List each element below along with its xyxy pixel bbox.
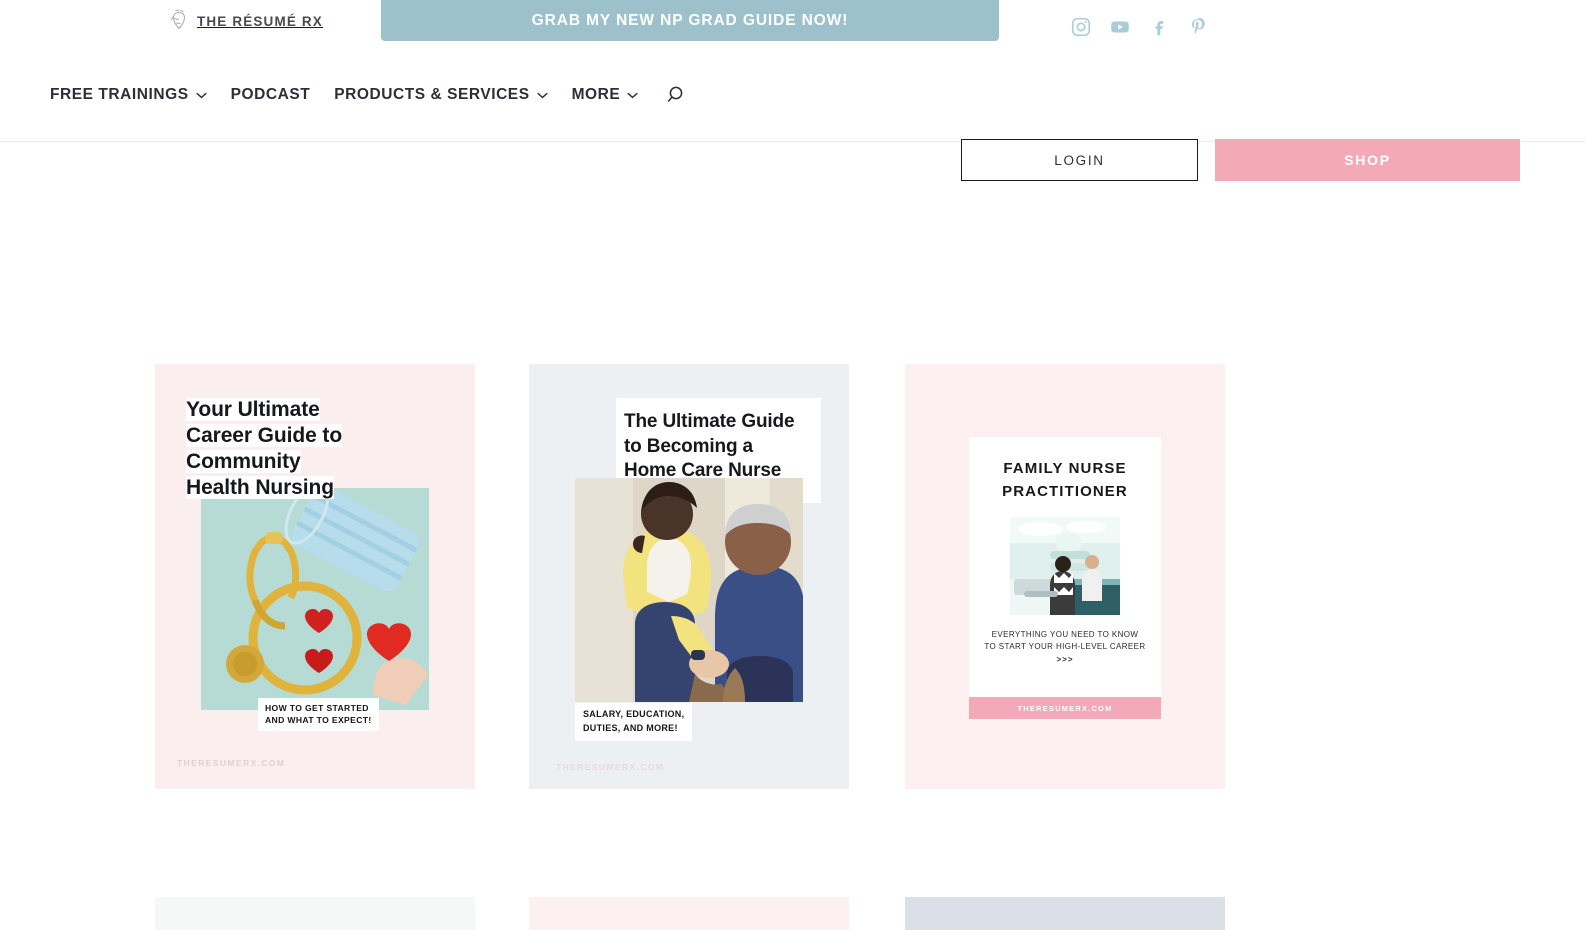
card-image	[201, 488, 429, 710]
nav-item-more[interactable]: MORE	[572, 86, 639, 104]
card-caption: SALARY, EDUCATION, DUTIES, AND MORE!	[575, 703, 693, 741]
card-subtitle-line: EVERYTHING YOU NEED TO KNOW	[991, 630, 1139, 639]
nav-item-podcast[interactable]: PODCAST	[231, 86, 311, 104]
blog-card-be-a-leader-in[interactable]: BE A LEADER IN	[155, 897, 475, 930]
site-logo[interactable]: THE RÉSUMÉ RX	[168, 8, 323, 34]
card-image	[1010, 517, 1120, 615]
card-subtitle: EVERYTHING YOU NEED TO KNOW TO START YOU…	[975, 629, 1155, 666]
card-caption-line: DUTIES, AND MORE!	[583, 723, 678, 733]
anatomical-heart-icon	[171, 9, 186, 30]
main-navigation: FREE TRAININGS PODCAST PRODUCTS & SERVIC…	[0, 56, 1585, 181]
card-subtitle-line: TO START YOUR HIGH-LEVEL CAREER	[984, 642, 1146, 651]
card-title-line: Home Care Nurse	[624, 460, 782, 481]
top-bar: THE RÉSUMÉ RX GRAB MY NEW NP GRAD GUIDE …	[0, 0, 1585, 56]
chevron-down-icon	[196, 92, 207, 98]
nav-label: PRODUCTS & SERVICES	[334, 86, 530, 103]
blog-card-home-care-nurse[interactable]: The Ultimate Guide to Becoming a Home Ca…	[529, 364, 849, 789]
card-caption-line: AND WHAT TO EXPECT!	[265, 715, 372, 725]
promo-banner-label: GRAB MY NEW NP GRAD GUIDE NOW!	[531, 11, 849, 29]
card-title-line: Community	[186, 450, 301, 473]
youtube-icon[interactable]	[1109, 16, 1131, 38]
card-watermark: THERESUMERX.COM	[556, 762, 665, 772]
nav-item-products-services[interactable]: PRODUCTS & SERVICES	[334, 86, 548, 104]
chevron-down-icon	[627, 92, 638, 98]
search-icon[interactable]	[664, 84, 686, 106]
social-links	[1070, 16, 1209, 38]
pinterest-icon[interactable]	[1187, 16, 1209, 38]
instagram-icon[interactable]	[1070, 16, 1092, 38]
card-watermark: THERESUMERX.COM	[1017, 703, 1113, 713]
card-title: The Ultimate Guide to Becoming a Home Ca…	[624, 410, 829, 484]
blog-card-community-health-nursing[interactable]: Your Ultimate Career Guide to Community …	[155, 364, 475, 789]
card-caption-line: SALARY, EDUCATION,	[583, 709, 685, 719]
nav-menu: FREE TRAININGS PODCAST PRODUCTS & SERVIC…	[50, 84, 686, 106]
card-title-line: Your Ultimate	[186, 398, 320, 421]
nav-label: MORE	[571, 86, 621, 103]
blog-card-clinical-nurse-specialist[interactable]: BECOMING A CLINICAL NURSE SPECIALIST	[905, 897, 1225, 930]
card-title-line: Health Nursing	[186, 476, 334, 499]
brand-name: THE RÉSUMÉ RX	[197, 13, 323, 29]
card-image	[575, 478, 803, 702]
shop-button[interactable]: SHOP	[1215, 139, 1520, 181]
chevron-down-icon	[537, 92, 548, 98]
facebook-icon[interactable]	[1148, 16, 1170, 38]
shop-label: SHOP	[1344, 152, 1391, 168]
blog-card-family-nurse-practitioner[interactable]: FAMILY NURSE PRACTITIONER EVERYTHING YOU…	[905, 364, 1225, 789]
card-watermark: THERESUMERX.COM	[177, 758, 286, 768]
nav-item-free-trainings[interactable]: FREE TRAININGS	[50, 86, 207, 104]
card-panel: FAMILY NURSE PRACTITIONER EVERYTHING YOU…	[969, 437, 1161, 719]
card-watermark-bar: THERESUMERX.COM	[969, 697, 1161, 719]
nav-label: PODCAST	[230, 86, 311, 103]
login-button[interactable]: LOGIN	[961, 139, 1198, 181]
promo-banner[interactable]: GRAB MY NEW NP GRAD GUIDE NOW!	[381, 0, 999, 41]
card-caption: HOW TO GET STARTED AND WHAT TO EXPECT!	[258, 698, 379, 731]
card-title-line: The Ultimate Guide	[624, 411, 795, 432]
card-title-line: PRACTITIONER	[1002, 483, 1128, 500]
card-title: Your Ultimate Career Guide to Community …	[186, 397, 396, 501]
card-caption-line: HOW TO GET STARTED	[265, 703, 369, 713]
card-title: FAMILY NURSE PRACTITIONER	[969, 457, 1161, 503]
card-title-line: to Becoming a	[624, 435, 753, 457]
blog-card-advanced[interactable]: ADVANCED	[529, 897, 849, 930]
card-arrows: >>>	[1056, 655, 1074, 664]
card-title-line: FAMILY NURSE	[1003, 460, 1127, 477]
nav-label: FREE TRAININGS	[50, 86, 189, 103]
card-title-line: Career Guide to	[186, 424, 343, 447]
login-label: LOGIN	[1054, 152, 1105, 168]
